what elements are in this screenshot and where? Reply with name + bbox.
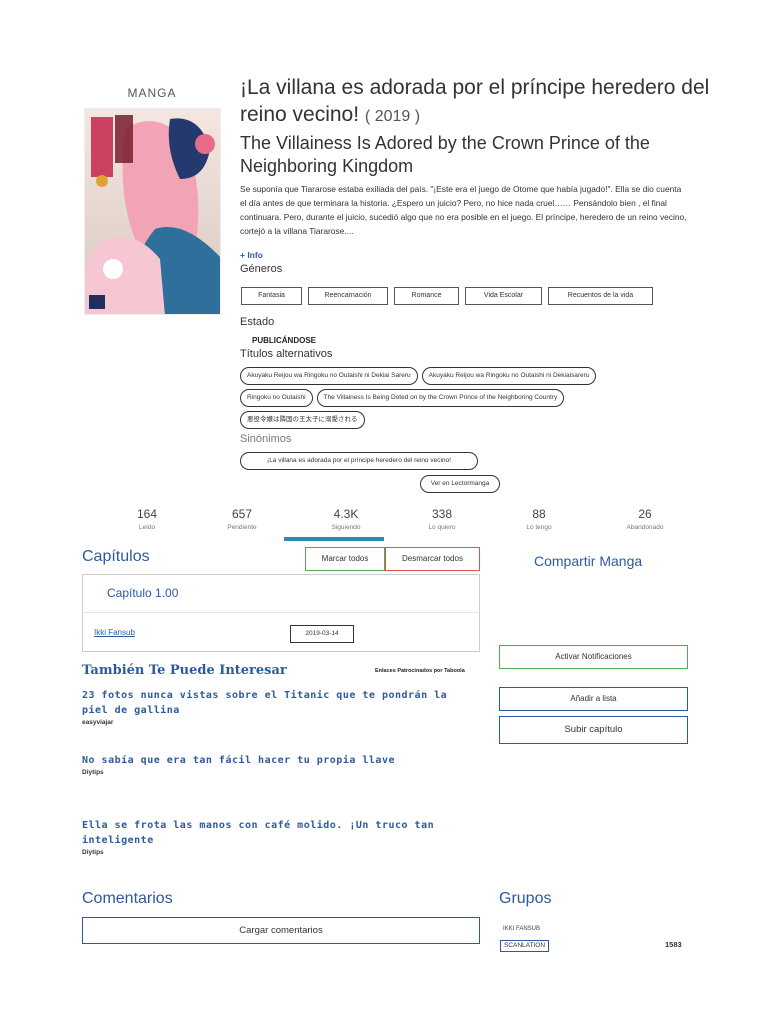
manga-title: ¡La villana es adorada por el príncipe h… [240,74,710,130]
stat-label: Siguiendo [331,524,361,531]
scanlation-group-link[interactable]: Ikki Fansub [94,628,135,637]
more-info-link[interactable]: + Info [240,250,263,260]
synopsis: Se suponía que Tiararose estaba exiliada… [240,184,687,236]
recommendation-item[interactable]: Ella se frota las manos con café molido.… [82,818,472,856]
recommendation-item[interactable]: No sabía que era tan fácil hacer tu prop… [82,753,472,776]
stat-label: Lo tengo [526,524,552,531]
stat-following[interactable]: 4.3K Siguiendo [306,507,386,531]
share-heading: Compartir Manga [534,553,643,569]
upload-chapter-button[interactable]: Subir capítulo [499,716,688,744]
recommendation-item[interactable]: 23 fotos nunca vistas sobre el Titanic q… [82,688,472,726]
groups-heading: Grupos [499,890,552,907]
stat-pending[interactable]: 657 Pendiente [202,507,282,531]
chapters-heading: Capítulos [82,548,150,565]
cover-image [84,108,221,315]
alt-titles-row: 悪役令嬢は隣国の王太子に溺愛される [240,411,369,429]
divider [82,612,480,613]
alt-title-pill: 悪役令嬢は隣国の王太子に溺愛される [240,411,365,429]
load-comments-button[interactable]: Cargar comentarios [82,917,480,944]
genres-list: Fantasia Reencarnación Romance Vida Esco… [241,287,659,305]
alt-titles-row: Ringoku no Outaishi The Villainess Is Be… [240,389,568,407]
genre-tag[interactable]: Romance [394,287,459,305]
stat-value: 4.3K [333,507,359,521]
content-type-label: MANGA [127,86,177,100]
stat-abandoned[interactable]: 26 Abandonado [605,507,685,531]
stat-value: 338 [431,507,453,521]
genre-tag[interactable]: Vida Escolar [465,287,542,305]
genre-tag[interactable]: Recuentos de la vida [548,287,653,305]
stat-label: Pendiente [227,524,257,531]
stat-read[interactable]: 164 Leído [107,507,187,531]
stat-want[interactable]: 338 Lo quiero [402,507,482,531]
genre-tag[interactable]: Reencarnación [308,287,388,305]
alt-titles-row: Akuyaku Reijou wa Ringoku no Outaishi ni… [240,367,600,385]
unmark-all-button[interactable]: Desmarcar todos [385,547,480,571]
chapter-date: 2019-03-14 [290,625,354,643]
recommendation-source: Diytips [82,849,104,856]
stat-value: 657 [231,507,253,521]
manga-year: ( 2019 ) [364,108,421,125]
alt-titles-heading: Títulos alternativos [240,348,333,360]
synonym-pill: ¡La villana es adorada por el príncipe h… [240,452,478,470]
genre-tag[interactable]: Fantasia [241,287,302,305]
active-stat-indicator [284,537,384,541]
genres-heading: Géneros [240,263,283,275]
stat-value: 26 [638,507,652,521]
manga-subtitle: The Villainess Is Adored by the Crown Pr… [240,133,650,176]
stat-value: 88 [532,507,546,521]
recommendation-source: easyviajar [82,719,114,726]
reader-link-button[interactable]: Ver en Lectormanga [420,475,500,493]
recommendation-title[interactable]: Ella se frota las manos con café molido.… [82,818,472,848]
alt-title-pill: Akuyaku Reijou wa Ringoku no Outaishi ni… [421,367,597,385]
status-heading: Estado [240,316,275,328]
alt-title-pill: Ringoku no Outaishi [240,389,313,407]
group-name[interactable]: IKKI FANSUB [503,926,540,932]
mark-all-button[interactable]: Marcar todos [305,547,385,571]
manga-title-text: ¡La villana es adorada por el príncipe h… [240,76,710,126]
sponsor-label[interactable]: Enlaces Patrocinados por Taboola [375,668,465,674]
stat-label: Abandonado [626,524,664,531]
stat-label: Leído [138,524,156,531]
group-type-badge: SCANLATION [500,940,550,952]
stat-value: 164 [136,507,158,521]
recommendation-title[interactable]: No sabía que era tan fácil hacer tu prop… [82,753,472,768]
recommendation-title[interactable]: 23 fotos nunca vistas sobre el Titanic q… [82,688,472,718]
stat-owned[interactable]: 88 Lo tengo [499,507,579,531]
enable-notifications-button[interactable]: Activar Notificaciones [499,645,688,669]
add-to-list-button[interactable]: Añadir a lista [499,687,688,711]
alt-title-pill: Akuyaku Reijou wa Ringoku no Outaishi ni… [240,367,418,385]
recommendations-heading: También Te Puede Interesar [82,663,287,678]
alt-title-pill: The Villainess Is Being Doted on by the … [316,389,565,407]
status-badge: PUBLICÁNDOSE [252,336,317,345]
group-count: 1583 [665,940,682,949]
stat-label: Lo quiero [428,524,456,531]
recommendation-source: Diytips [82,769,104,776]
synonyms-heading: Sinónimos [240,433,292,445]
chapter-title-link[interactable]: Capítulo 1.00 [107,586,178,600]
comments-heading: Comentarios [82,890,173,907]
